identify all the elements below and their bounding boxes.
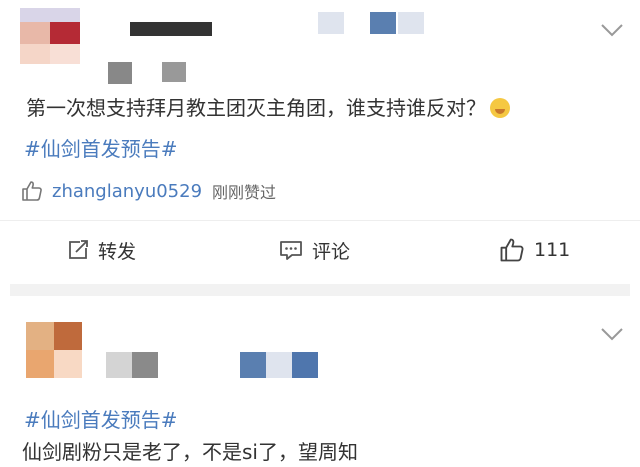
post1-meta-redacted bbox=[108, 62, 132, 84]
thumbs-up-icon bbox=[22, 181, 42, 201]
post2-username-redacted[interactable] bbox=[106, 352, 132, 378]
liked-status-text: 刚刚赞过 bbox=[212, 183, 277, 202]
chevron-down-icon[interactable] bbox=[600, 326, 624, 342]
post2-avatar[interactable] bbox=[26, 322, 82, 378]
comment-button[interactable]: 评论 bbox=[278, 226, 350, 274]
divider bbox=[0, 220, 640, 221]
liked-user-link[interactable]: zhanglanyu0529 bbox=[52, 181, 202, 202]
post1-badge-redacted-3 bbox=[398, 12, 424, 34]
post2-username-redacted-2[interactable] bbox=[132, 352, 158, 378]
post1-text-content: 第一次想支持拜月教主团灭主角团，谁支持谁反对？ bbox=[26, 96, 486, 120]
post1-text: 第一次想支持拜月教主团灭主角团，谁支持谁反对？ bbox=[26, 92, 510, 121]
feed-separator bbox=[10, 284, 630, 296]
post1-badge-redacted-2 bbox=[370, 12, 396, 34]
post1-username-redacted[interactable] bbox=[130, 22, 212, 36]
liked-by-row: zhanglanyu0529 刚刚赞过 bbox=[20, 176, 276, 206]
comment-label: 评论 bbox=[312, 240, 351, 263]
post2-badge-redacted-3 bbox=[292, 352, 318, 378]
like-button[interactable]: 111 bbox=[498, 226, 570, 274]
post1-avatar[interactable] bbox=[20, 8, 80, 64]
post2-hashtag[interactable]: #仙剑首发预告# bbox=[24, 404, 178, 433]
post2-text: 仙剑剧粉只是老了，不是si了，望周知 bbox=[22, 440, 358, 464]
like-count: 111 bbox=[534, 239, 571, 261]
laughing-crying-face-icon bbox=[490, 98, 510, 118]
repost-icon bbox=[69, 240, 88, 259]
post1-action-bar: 转发 评论 111 bbox=[0, 226, 640, 274]
post1-badge-redacted bbox=[318, 12, 344, 34]
thumbs-up-icon bbox=[500, 238, 524, 262]
post1-meta-redacted-2 bbox=[162, 62, 186, 82]
chevron-down-icon[interactable] bbox=[600, 22, 624, 38]
repost-label: 转发 bbox=[98, 240, 137, 263]
repost-button[interactable]: 转发 bbox=[66, 226, 136, 274]
post2-badge-redacted bbox=[240, 352, 266, 378]
comment-icon bbox=[280, 241, 302, 260]
post2-badge-redacted-2 bbox=[266, 352, 292, 378]
post1-hashtag[interactable]: #仙剑首发预告# bbox=[24, 133, 178, 162]
